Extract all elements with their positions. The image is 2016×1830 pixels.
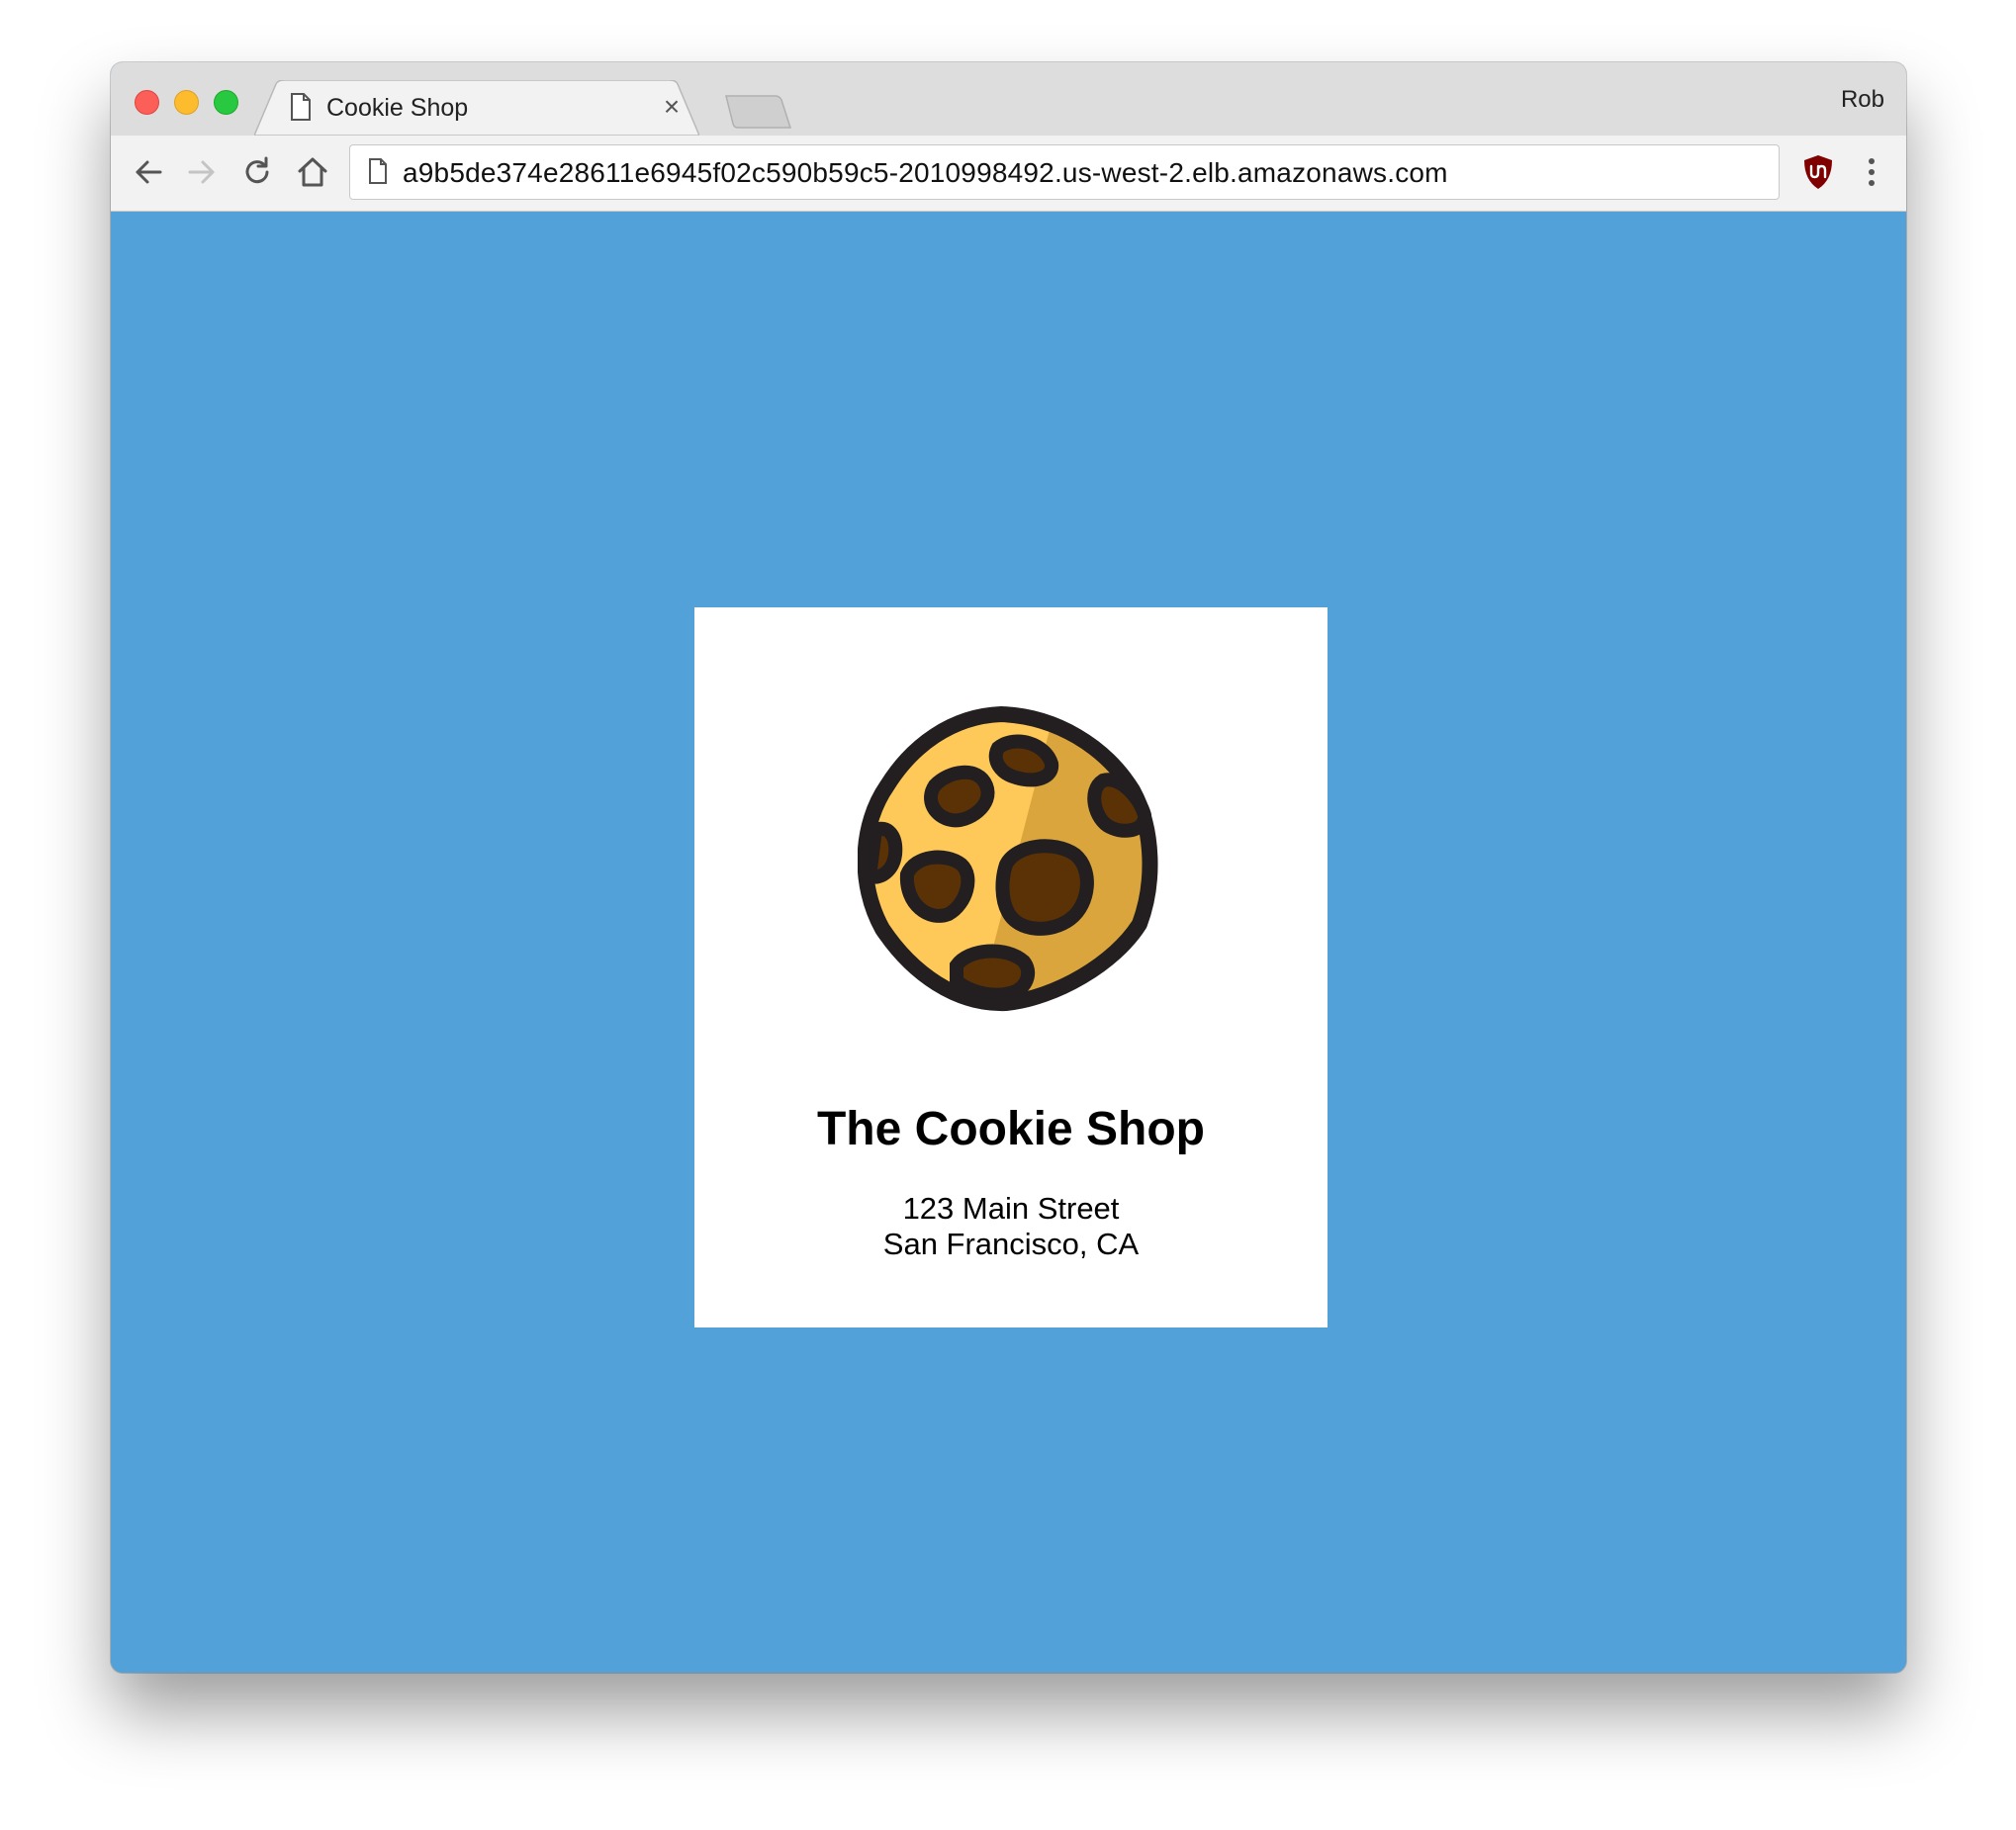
tab-title: Cookie Shop [326,94,469,122]
address-bar[interactable]: a9b5de374e28611e6945f02c590b59c5-2010998… [349,144,1780,200]
browser-toolbar: a9b5de374e28611e6945f02c590b59c5-2010998… [111,136,1906,212]
profile-name[interactable]: Rob [1841,86,1884,114]
tab-cookie-shop[interactable]: Cookie Shop × [254,80,699,136]
ublock-shield-icon[interactable] [1802,153,1834,191]
shop-title: The Cookie Shop [816,1103,1205,1155]
cookie-icon [858,706,1158,1012]
shop-card: The Cookie Shop 123 Main Street San Fran… [694,607,1328,1327]
home-icon[interactable] [295,154,330,190]
forward-arrow-icon[interactable] [184,154,220,190]
tab-close-icon[interactable]: × [660,91,684,123]
url-text[interactable]: a9b5de374e28611e6945f02c590b59c5-2010998… [403,157,1448,189]
title-bar: Cookie Shop × Rob [111,62,1906,136]
maximize-window-button[interactable] [214,90,238,115]
page-content: The Cookie Shop 123 Main Street San Fran… [111,212,1906,1673]
reload-icon[interactable] [239,154,275,190]
new-tab-button[interactable] [724,94,793,130]
minimize-window-button[interactable] [174,90,199,115]
address-line-2: San Francisco, CA [882,1227,1140,1261]
close-window-button[interactable] [135,90,159,115]
browser-window: Cookie Shop × Rob a9b5de374e28611e6945f0 [111,62,1906,1673]
vertical-ellipsis-icon[interactable] [1864,155,1879,189]
page-icon [291,93,311,121]
tab-shape [254,80,699,136]
back-arrow-icon[interactable] [131,154,166,190]
page-icon [369,158,387,184]
address-line-1: 123 Main Street [902,1191,1120,1226]
